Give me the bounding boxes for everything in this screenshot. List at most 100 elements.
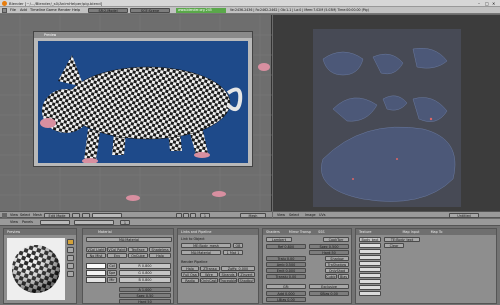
pipeline-onlycast[interactable]: OnlyCast — [200, 278, 218, 283]
translu-field[interactable]: Translu 0.00 — [266, 274, 306, 279]
color-swatch-mir[interactable] — [86, 277, 106, 283]
trashadow-toggle[interactable]: TraShadow — [325, 262, 349, 267]
menu-view[interactable]: View — [10, 212, 18, 219]
uv-image-selector[interactable]: Untitled — [449, 213, 479, 218]
material-tab[interactable]: Material — [98, 230, 112, 234]
scene-selector[interactable]: SCE:Scene — [130, 8, 170, 13]
draw-type-button[interactable] — [72, 213, 80, 218]
texture-slot-9[interactable] — [359, 285, 381, 290]
spec-field[interactable]: Spec 0.500 — [309, 244, 349, 249]
map-to-tab[interactable]: Map To — [431, 230, 443, 234]
menu-select[interactable]: Select — [20, 212, 30, 219]
sss-tab[interactable]: SSS — [318, 230, 324, 234]
specular-shader-select[interactable]: CookTorr — [323, 237, 349, 242]
pipeline-wire[interactable]: Wire — [200, 272, 218, 277]
exclusive-toggle[interactable]: Exclusive — [309, 284, 349, 289]
map-input-tab[interactable]: Map Input — [403, 230, 420, 234]
mirror-transp-tab[interactable]: Mirror Transp — [289, 230, 311, 234]
layer-buttons[interactable] — [92, 213, 122, 218]
frame-field[interactable]: 1 — [200, 213, 210, 218]
amb-field[interactable]: Amb 0.500 — [266, 262, 306, 267]
bias-toggle[interactable]: Bias — [338, 274, 349, 279]
maximize-button[interactable]: □ — [485, 0, 489, 7]
select-mode-edge[interactable] — [183, 213, 189, 218]
pipeline-ztransp[interactable]: ZTransp — [200, 266, 220, 271]
spe-label[interactable]: Spe — [107, 270, 117, 276]
material-link-field[interactable]: MA:Material — [181, 250, 221, 255]
texture-slot-6[interactable] — [359, 267, 381, 272]
menu-add[interactable]: Add — [20, 7, 27, 14]
pivot-button[interactable] — [82, 213, 90, 218]
texture-clear-button[interactable]: Clear — [384, 243, 404, 248]
b-value-slider[interactable]: B 0.800 — [119, 277, 171, 283]
menu-game[interactable]: Game — [46, 7, 57, 14]
emit-field[interactable]: Emit 0.000 — [266, 268, 306, 273]
select-mode-vertex[interactable] — [176, 213, 182, 218]
shaders-title[interactable]: Shaders — [266, 230, 280, 234]
hard-slider[interactable]: Hard 50 — [119, 299, 171, 304]
pipeline-halo[interactable]: Halo — [181, 266, 199, 271]
texture-slot-2[interactable] — [359, 243, 381, 248]
g-value-slider[interactable]: G 0.800 — [119, 270, 171, 276]
uv-menu-view[interactable]: View — [277, 212, 285, 219]
spec-slider[interactable]: Spec 0.50 — [119, 293, 171, 298]
texture-slot-1[interactable]: Body_text — [359, 237, 381, 242]
menu-file[interactable]: File — [10, 7, 16, 14]
select-mode-face[interactable] — [190, 213, 196, 218]
texface-button[interactable]: TexFace — [128, 247, 148, 252]
texture-slot-3[interactable] — [359, 249, 381, 254]
sbias-field[interactable]: SBias 0.00 — [309, 291, 349, 296]
buttons-frame-field[interactable]: 1 — [120, 220, 130, 225]
onlyshad-toggle[interactable]: OnlyShad — [325, 268, 349, 273]
close-button[interactable]: ✕ — [492, 0, 495, 7]
color-swatch-spe[interactable] — [86, 270, 106, 276]
shading-field[interactable]: Mesh — [240, 213, 266, 218]
preview-type-sphere[interactable] — [67, 247, 74, 253]
tralu-field[interactable]: Tralu 0.00 — [266, 256, 306, 261]
texture-slot-8[interactable] — [359, 279, 381, 284]
shadow-toggle[interactable]: Shadow — [325, 256, 349, 261]
pipeline-traceable[interactable]: Traceable — [219, 278, 237, 283]
color-swatch-col[interactable] — [86, 263, 106, 269]
context-tabs[interactable] — [40, 220, 70, 225]
pipeline-shadbuf[interactable]: Shadbuf — [238, 278, 255, 283]
shadeless-button[interactable]: Shadeless — [149, 247, 171, 252]
diffuse-shader-select[interactable]: Lambert — [266, 237, 292, 242]
render-preview-panel[interactable]: Preview — [33, 31, 253, 167]
lbias-field[interactable]: LBias 0.00 — [266, 297, 306, 302]
hard-field[interactable]: Hard:50 — [309, 250, 349, 255]
alpha-slider[interactable]: A 1.000 — [119, 287, 171, 292]
mode-selector[interactable]: Edit Mode — [44, 213, 70, 218]
pipeline-strands[interactable]: Strands — [219, 272, 237, 277]
no-mist-button[interactable]: No Mist — [86, 253, 106, 258]
editor-type-icon[interactable] — [2, 213, 7, 218]
add-field[interactable]: Add 0.000 — [266, 291, 306, 296]
preview-type-hair[interactable] — [67, 271, 74, 277]
info-icon[interactable] — [2, 8, 7, 13]
group-field[interactable]: GR: — [266, 284, 306, 289]
uv-menu-select[interactable]: Select — [289, 212, 299, 219]
preview-type-flat[interactable] — [67, 239, 74, 245]
material-name-field[interactable]: MA:Material — [86, 237, 172, 242]
mesh-name-field[interactable]: ME:Body_mesh — [181, 243, 231, 248]
texture-slot-10[interactable] — [359, 291, 381, 296]
pipeline-zoffs[interactable]: Zoffs: 0.000 — [221, 266, 255, 271]
texture-slot-7[interactable] — [359, 273, 381, 278]
uv-editor[interactable] — [273, 15, 500, 211]
menu-help[interactable]: Help — [72, 7, 80, 14]
menu-mesh[interactable]: Mesh — [33, 212, 42, 219]
mir-label[interactable]: Mir — [107, 277, 117, 283]
viewport-3d[interactable]: Preview — [0, 15, 272, 211]
pipeline-radio[interactable]: Radio — [181, 278, 199, 283]
uv-menu-uvs[interactable]: UVs — [319, 212, 326, 219]
texture-title[interactable]: Texture — [359, 230, 371, 234]
ref-slider[interactable]: Ref 0.800 — [266, 244, 306, 249]
cubic-toggle[interactable]: Cubic — [325, 274, 337, 279]
buttons-menu-view[interactable]: View — [10, 219, 18, 226]
r-value-slider[interactable]: R 0.800 — [119, 263, 171, 269]
vcol-light-button[interactable]: VCol Light — [86, 247, 106, 252]
minimize-button[interactable]: – — [478, 0, 480, 7]
screen-selector[interactable]: SR:2-Model — [88, 8, 128, 13]
ob-toggle[interactable]: OB — [233, 243, 243, 248]
vcol-paint-button[interactable]: VCol Paint — [107, 247, 127, 252]
